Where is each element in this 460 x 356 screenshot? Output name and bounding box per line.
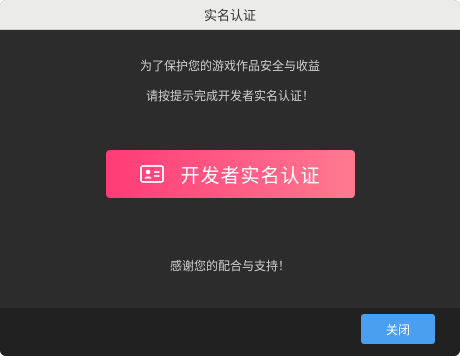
verification-dialog: 实名认证 为了保护您的游戏作品安全与收益 请按提示完成开发者实名认证！ 开发者实… xyxy=(0,0,460,356)
window-title: 实名认证 xyxy=(203,9,256,24)
intro-text: 为了保护您的游戏作品安全与收益 xyxy=(139,59,320,73)
dialog-body: 为了保护您的游戏作品安全与收益 请按提示完成开发者实名认证！ 开发者实名认证 感… xyxy=(0,30,460,308)
dialog-footer: 关闭 xyxy=(0,308,460,356)
title-bar: 实名认证 xyxy=(0,0,460,30)
developer-verification-button[interactable]: 开发者实名认证 xyxy=(106,150,355,198)
developer-verification-label: 开发者实名认证 xyxy=(180,164,321,187)
close-button[interactable]: 关闭 xyxy=(361,314,435,344)
id-card-icon xyxy=(140,165,165,183)
instruction-text: 请按提示完成开发者实名认证！ xyxy=(145,89,314,103)
thanks-text: 感谢您的配合与支持！ xyxy=(169,259,290,273)
